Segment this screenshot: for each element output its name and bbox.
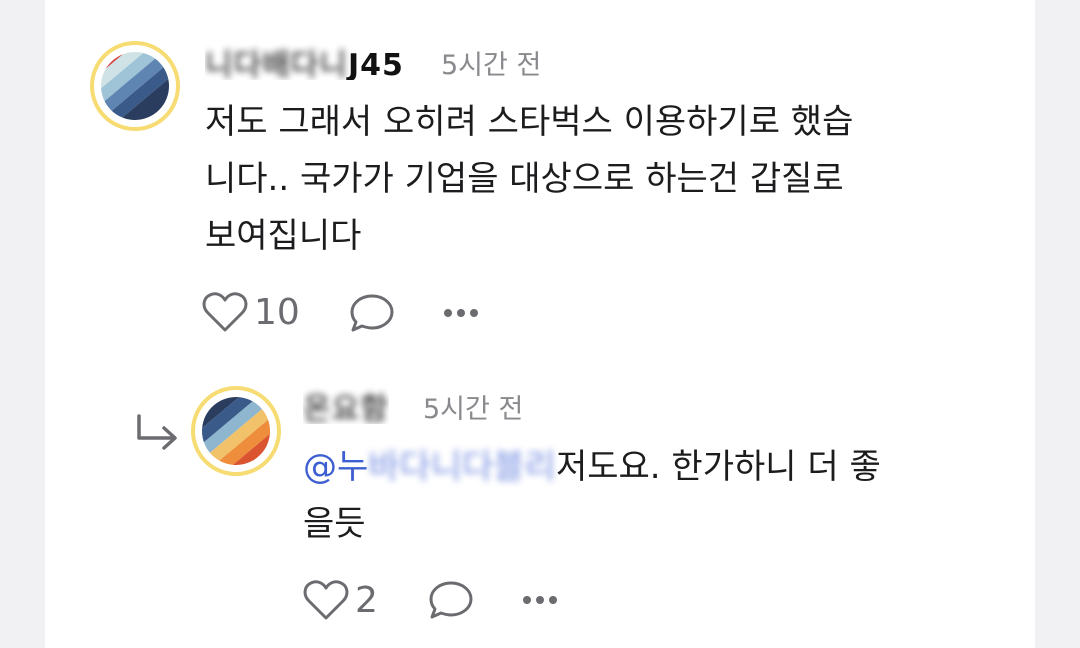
reply-arrow-icon (137, 414, 177, 450)
commenter-username[interactable]: 니다배다니 J45 (205, 40, 404, 80)
reply-text: @누 바다니다블리 저도요. 한가하니 더 좋 을듯 (303, 447, 881, 544)
comment-text: 저도 그래서 오히려 스타벅스 이용하기로 했습 니다.. 국가가 기업을 대상… (205, 102, 854, 256)
avatar-stripes-image (101, 52, 169, 120)
ellipsis-icon (444, 309, 478, 317)
heart-outline-icon (303, 580, 349, 620)
mention-link[interactable]: @누 바다니다블리 (303, 447, 556, 487)
reply-comment-button[interactable] (427, 579, 475, 621)
comment-thread: 니다배다니 J45 5시간 전 저도 그래서 오히려 스타벅스 이용하기로 했습… (45, 0, 1035, 648)
replier-username[interactable]: 온요함 (303, 384, 389, 424)
reply-more-button[interactable] (521, 591, 561, 609)
reply-like-count: 2 (355, 579, 378, 621)
reply-like-button[interactable]: 2 (303, 579, 378, 621)
speech-bubble-icon (350, 294, 394, 332)
reply-timestamp: 5시간 전 (423, 394, 524, 425)
comment-more-button[interactable] (442, 304, 482, 322)
commenter-avatar[interactable] (90, 41, 180, 131)
like-count: 10 (254, 291, 300, 333)
avatar-stripes-image (202, 397, 270, 465)
speech-bubble-icon (429, 581, 473, 619)
replier-avatar[interactable] (191, 386, 281, 476)
heart-outline-icon (202, 292, 248, 332)
ellipsis-icon (523, 596, 557, 604)
comment-timestamp: 5시간 전 (441, 50, 542, 81)
comment-reply-button[interactable] (348, 292, 396, 334)
like-button[interactable]: 10 (202, 291, 300, 333)
